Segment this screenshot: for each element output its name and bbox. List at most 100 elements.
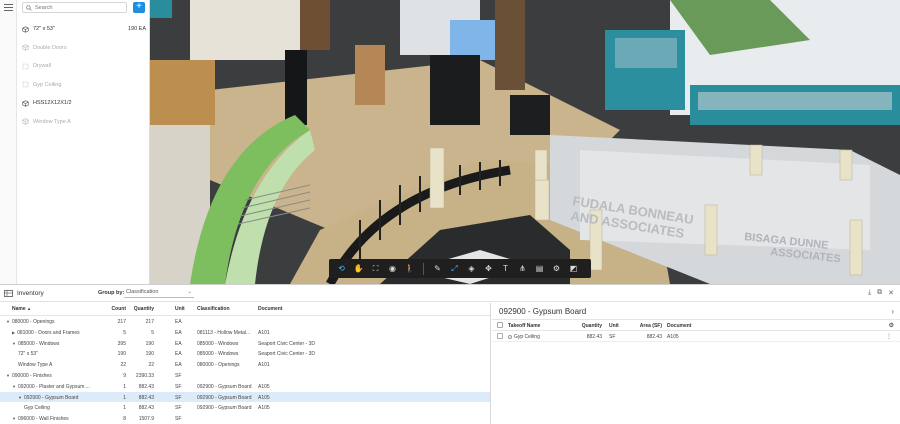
inventory-header: Inventory Group by: Classification ⌄ ⤓ ⧉…: [0, 285, 900, 302]
row-count: 217: [117, 319, 126, 325]
table-row[interactable]: ▼ 092900 - Gypsum Board 1 882.43 SF 092900 - …: [0, 391, 490, 403]
table-row[interactable]: Gyp Ceiling 1 882.43 SF 092900 - Gypsum Boar…: [0, 402, 490, 413]
takeoff-item-name: 72" x 53": [33, 26, 55, 33]
row-checkbox[interactable]: [497, 333, 503, 339]
caret-down-icon[interactable]: ▼: [12, 384, 16, 389]
row-quantity: 190: [145, 351, 154, 358]
properties-icon[interactable]: ▤: [531, 261, 548, 276]
takeoff-panel: + 72" x 53" 190 EA Double Doors Drywall Gyp …: [0, 0, 150, 284]
hand-icon[interactable]: ✋: [350, 261, 367, 276]
row-document: A101: [258, 362, 270, 369]
cube-sections-icon[interactable]: ✥: [480, 261, 497, 276]
col-quantity-header[interactable]: Quantity: [128, 306, 154, 312]
row-document: A105: [258, 405, 270, 412]
table-row[interactable]: ▼ 080000 - Openings 217 217 EA: [0, 316, 490, 327]
table-row[interactable]: ▼ 090000 - Finishes 9 2390.33 SF: [0, 370, 490, 381]
table-row[interactable]: ▼ 092000 - Plaster and Gypsum ... 1 882.43 S…: [0, 381, 490, 392]
table-row[interactable]: ▼ 096000 - Wall Finishes 8 1507.9 SF: [0, 413, 490, 424]
search-box[interactable]: [22, 2, 127, 13]
settings-icon[interactable]: ⚙: [548, 261, 565, 276]
search-input[interactable]: [35, 4, 125, 11]
model-viewport[interactable]: FUDALA BONNEAU AND ASSOCIATES BISAGA DUN…: [150, 0, 900, 284]
takeoff-unit-header[interactable]: Unit: [609, 323, 619, 329]
row-name: ▶ 081000 - Doors and Frames: [12, 329, 80, 336]
caret-down-icon[interactable]: ▼: [6, 319, 10, 324]
row-document: A105: [258, 383, 270, 390]
takeoff-area-header[interactable]: Area (SF): [636, 323, 662, 329]
group-by-label: Group by:: [98, 290, 125, 296]
row-quantity: 217: [145, 319, 154, 325]
takeoff-item[interactable]: Window Type A: [22, 113, 146, 132]
row-quantity: 882.43: [138, 394, 154, 401]
caret-down-icon[interactable]: ▼: [18, 395, 22, 400]
add-takeoff-button[interactable]: +: [133, 2, 145, 13]
row-quantity: 5: [151, 329, 154, 336]
col-count-header[interactable]: Count: [106, 306, 126, 312]
orbit-icon[interactable]: ⟲: [333, 261, 350, 276]
caret-right-icon[interactable]: ▶: [12, 330, 15, 335]
takeoff-item[interactable]: Gyp Ceiling: [22, 76, 146, 95]
table-row[interactable]: ▼ 085000 - Windows 395 190 EA 085000 - Window…: [0, 338, 490, 349]
col-document-header[interactable]: Document: [258, 306, 318, 312]
takeoff-document-header[interactable]: Document: [667, 323, 691, 329]
row-classification: 092900 - Gypsum Board: [197, 394, 252, 401]
takeoff-item[interactable]: HSS12X12X1/2: [22, 94, 146, 113]
row-count: 1: [123, 383, 126, 390]
pencil-icon[interactable]: ✎: [429, 261, 446, 276]
takeoff-name-header[interactable]: Takeoff Name: [508, 323, 540, 329]
row-classification: 080000 - Openings: [197, 362, 240, 369]
measure-icon[interactable]: ⤢: [446, 261, 463, 276]
table-row[interactable]: ▶ 081000 - Doors and Frames 5 5 EA 081113 - H…: [0, 327, 490, 338]
text-icon[interactable]: T: [497, 261, 514, 276]
table-row[interactable]: Window Type A 22 22 EA 080000 - Openings A101: [0, 359, 490, 370]
row-name: 72" x 53": [18, 351, 38, 358]
col-classification-header[interactable]: Classification: [197, 306, 253, 312]
detail-takeoff-name: Gyp Ceiling: [508, 334, 540, 340]
layers-icon[interactable]: ◈: [463, 261, 480, 276]
inventory-table: Name ▲ Count Quantity Unit Classificatio…: [0, 303, 491, 424]
col-unit-header[interactable]: Unit: [175, 306, 191, 312]
row-name: ▼ 090000 - Finishes: [6, 372, 52, 379]
download-icon[interactable]: ⤓: [868, 289, 871, 297]
area-icon: [22, 63, 29, 70]
select-all-checkbox[interactable]: [497, 322, 503, 328]
row-count: 1: [123, 405, 126, 412]
takeoff-item[interactable]: 72" x 53" 190 EA: [22, 20, 146, 39]
row-name: ▼ 096000 - Wall Finishes: [12, 416, 69, 423]
table-row[interactable]: 72" x 53" 190 190 EA 085000 - Windows Seaport…: [0, 348, 490, 359]
detail-title: 092900 - Gypsum Board ›: [492, 303, 900, 320]
viewer-toolbar: ⟲ ✋ ⛶ ◉ 🚶 ✎ ⤢ ◈ ✥ T ⋔ ▤ ⚙ ◩: [329, 259, 591, 278]
fit-icon[interactable]: ⛶: [367, 261, 384, 276]
detail-unit: SF: [609, 334, 616, 340]
close-icon[interactable]: ✕: [888, 289, 894, 297]
row-document: Seaport Civic Center - 3D: [258, 351, 315, 358]
caret-down-icon[interactable]: ▼: [6, 373, 10, 378]
takeoff-item-name: Double Doors: [33, 44, 67, 51]
search-icon: [26, 4, 32, 11]
group-by-select[interactable]: Classification ⌄: [124, 288, 194, 298]
walk-icon[interactable]: 🚶: [401, 261, 418, 276]
row-name: Gyp Ceiling: [24, 405, 50, 412]
camera-icon[interactable]: ◉: [384, 261, 401, 276]
takeoff-item[interactable]: Drywall: [22, 57, 146, 76]
col-name-header[interactable]: Name ▲: [12, 306, 112, 312]
tree-icon[interactable]: ⋔: [514, 261, 531, 276]
caret-down-icon[interactable]: ▼: [12, 416, 16, 421]
row-quantity: 22: [148, 362, 154, 369]
fullscreen-icon[interactable]: ◩: [565, 261, 582, 276]
takeoff-item[interactable]: Double Doors: [22, 39, 146, 58]
takeoff-quantity-header[interactable]: Quantity: [576, 323, 602, 329]
detail-row[interactable]: Gyp Ceiling 882.43 SF 882.43 A105 ⋮: [492, 331, 900, 342]
popout-icon[interactable]: ⧉: [877, 289, 882, 297]
caret-down-icon[interactable]: ▼: [12, 341, 16, 346]
cube-icon: [22, 118, 29, 125]
row-unit: SF: [175, 405, 182, 412]
chevron-right-icon[interactable]: ›: [891, 303, 894, 320]
detail-rows: Gyp Ceiling 882.43 SF 882.43 A105 ⋮: [492, 331, 900, 342]
gear-icon[interactable]: ⚙: [889, 322, 894, 329]
menu-icon[interactable]: [4, 4, 13, 12]
row-count: 190: [117, 351, 126, 358]
more-options-icon[interactable]: ⋮: [886, 333, 892, 340]
toolbar-separator: [423, 262, 424, 275]
row-count: 1: [123, 394, 126, 401]
